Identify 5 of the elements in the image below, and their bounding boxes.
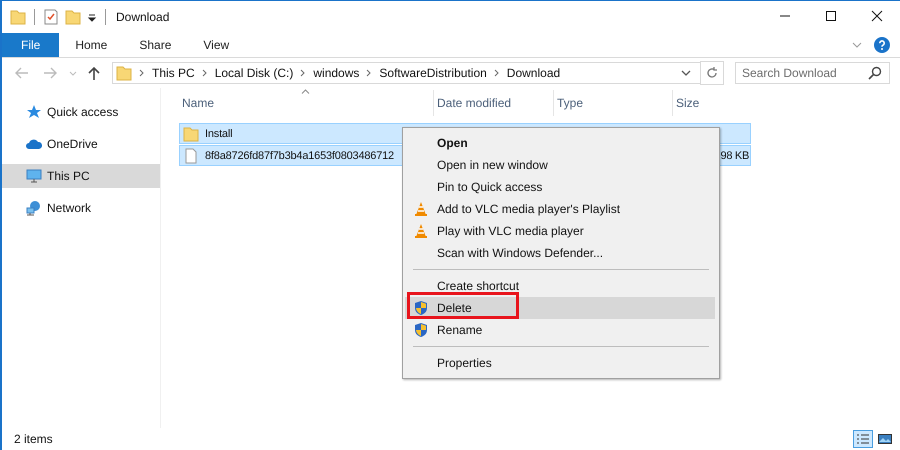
window-title: Download [116,10,170,24]
file-name: 8f8a8726fd87f7b3b4a1653f0803486712 [205,150,394,162]
file-name: Install [205,128,232,140]
item-count: 2 items [14,432,53,446]
file-size: 98 KB [720,150,749,162]
